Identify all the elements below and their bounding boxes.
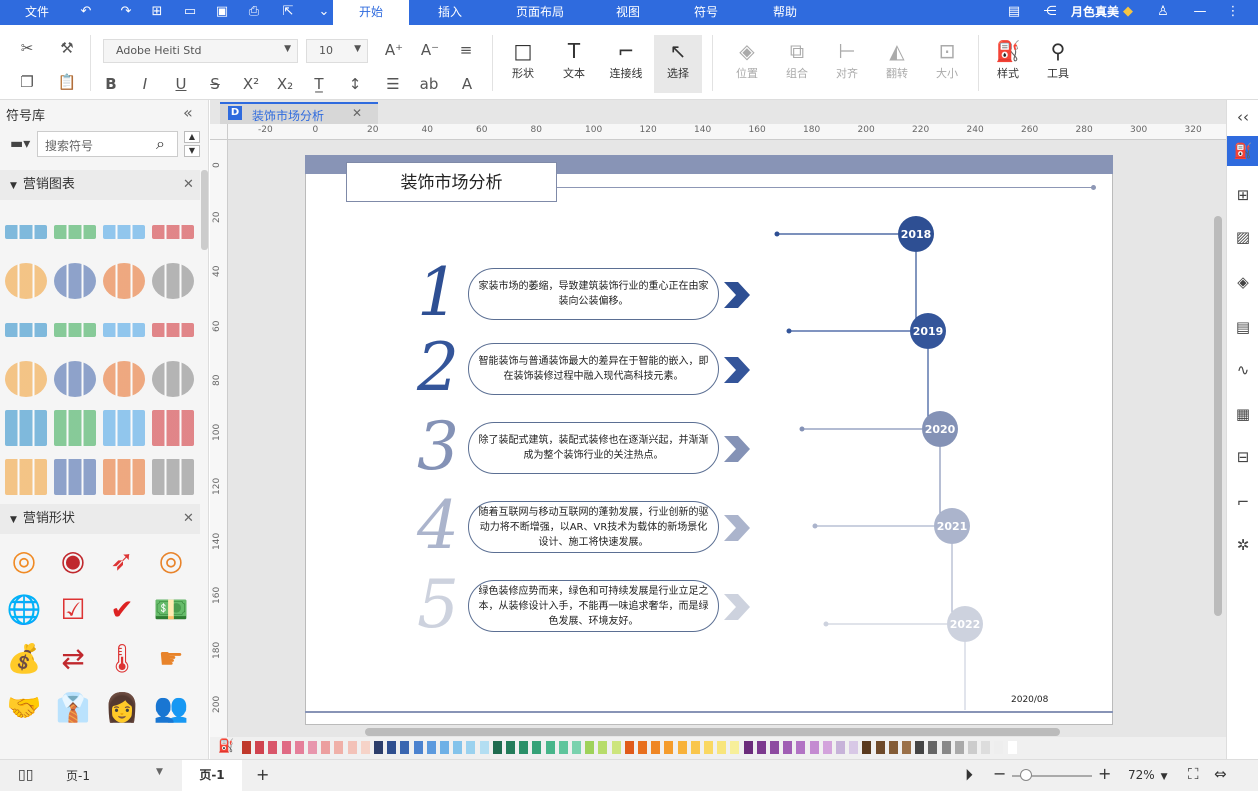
page-view-icon[interactable]: ▯▯ [18, 767, 33, 783]
color-swatch[interactable] [506, 741, 515, 754]
color-swatch[interactable] [255, 741, 265, 754]
color-swatch[interactable] [558, 741, 568, 754]
color-swatch[interactable] [294, 741, 304, 754]
color-swatch[interactable] [308, 741, 317, 754]
color-swatch[interactable] [426, 741, 436, 754]
color-swatch[interactable] [347, 741, 357, 754]
play-icon[interactable]: ⏵ [965, 765, 973, 785]
color-swatch[interactable] [717, 741, 727, 754]
color-swatch[interactable] [281, 741, 291, 754]
color-swatch[interactable] [730, 741, 740, 754]
year-label: 2019 [913, 325, 944, 338]
image-icon[interactable]: ▨ [1227, 225, 1258, 249]
color-swatch[interactable] [941, 741, 951, 754]
color-swatch[interactable] [413, 741, 423, 754]
fill-style-icon[interactable]: ⛽ [1227, 136, 1258, 166]
color-swatch[interactable] [928, 741, 938, 754]
color-swatch[interactable] [624, 741, 634, 754]
color-swatch[interactable] [532, 741, 542, 754]
color-swatch[interactable] [809, 741, 819, 754]
color-swatch[interactable] [677, 741, 687, 754]
color-swatch[interactable] [334, 741, 344, 754]
color-swatch[interactable] [756, 741, 766, 754]
color-swatch[interactable] [572, 741, 581, 754]
color-swatch[interactable] [981, 741, 991, 754]
add-page-icon[interactable]: + [256, 765, 269, 784]
mind-map-icon[interactable]: ✲ [1227, 533, 1258, 557]
color-swatch[interactable] [796, 741, 806, 754]
fit-page-icon[interactable]: ⛶ [1188, 765, 1199, 783]
color-swatch[interactable] [875, 741, 885, 754]
color-swatch[interactable] [400, 741, 410, 754]
color-swatch[interactable] [783, 741, 793, 754]
timeline-dot [786, 328, 792, 334]
color-swatch[interactable] [651, 741, 661, 754]
zoom-out-icon[interactable]: − [993, 764, 1006, 783]
year-label: 2022 [950, 618, 981, 631]
color-swatch[interactable] [915, 741, 925, 754]
data-icon[interactable]: ⊟ [1227, 445, 1258, 469]
color-swatch[interactable] [585, 741, 595, 754]
page-properties-icon[interactable]: ▤ [1227, 315, 1258, 339]
chart-icon[interactable]: ∿ [1227, 358, 1258, 382]
fill-color-icon[interactable]: ⛽ [218, 739, 234, 754]
table-icon[interactable]: ▦ [1227, 402, 1258, 426]
color-swatch[interactable] [902, 741, 911, 754]
page-select[interactable]: 页-1 ▼ [66, 767, 163, 784]
right-sidebar: ‹‹ ⛽ ⊞ ▨ ◈ ▤ ∿ ▦ ⊟ ⌐ ✲ [1226, 100, 1258, 759]
color-swatch[interactable] [492, 741, 502, 754]
color-swatch[interactable] [598, 741, 608, 754]
color-swatch[interactable] [1007, 741, 1017, 754]
grid-layout-icon[interactable]: ⊞ [1227, 183, 1258, 207]
year-label: 2018 [901, 228, 932, 241]
color-swatch[interactable] [242, 741, 251, 754]
fit-width-icon[interactable]: ⇔ [1214, 765, 1227, 783]
color-swatch[interactable] [770, 741, 779, 754]
zoom-level[interactable]: 72% ▼ [1128, 768, 1168, 782]
color-swatch[interactable] [822, 741, 832, 754]
color-swatch[interactable] [374, 741, 383, 754]
page-tab[interactable]: 页-1 [182, 760, 242, 791]
color-swatch[interactable] [321, 741, 331, 754]
color-swatch[interactable] [704, 741, 713, 754]
color-swatch[interactable] [743, 741, 753, 754]
color-swatch[interactable] [479, 741, 489, 754]
color-swatch[interactable] [690, 741, 700, 754]
presentation-icon[interactable]: ⌐ [1227, 490, 1258, 514]
color-swatch[interactable] [440, 741, 449, 754]
color-swatch[interactable] [611, 741, 621, 754]
color-swatch[interactable] [664, 741, 674, 754]
timeline-dot [823, 621, 829, 627]
timeline: 2018 2019 2020 2021 2022 [774, 216, 983, 710]
zoom-in-icon[interactable]: + [1098, 764, 1111, 783]
page-select-value: 页-1 [66, 769, 90, 783]
color-swatch[interactable] [360, 741, 370, 754]
expand-panel-icon[interactable]: ‹‹ [1227, 105, 1258, 129]
status-bar: ▯▯ 页-1 ▼ 页-1 + ⏵ − + 72% ▼ ⛶ ⇔ [0, 759, 1258, 791]
color-swatch[interactable] [268, 741, 278, 754]
timeline-dot [799, 426, 805, 432]
color-swatch[interactable] [466, 741, 476, 754]
timeline-dot [774, 231, 780, 237]
year-label: 2020 [925, 423, 956, 436]
color-swatch[interactable] [862, 741, 872, 754]
color-swatch[interactable] [968, 741, 977, 754]
layers-panel-icon[interactable]: ◈ [1227, 270, 1258, 294]
color-swatch[interactable] [994, 741, 1004, 754]
year-label: 2021 [937, 520, 968, 533]
color-swatch[interactable] [453, 741, 463, 754]
color-swatch[interactable] [954, 741, 964, 754]
color-swatch[interactable] [849, 741, 859, 754]
color-swatch[interactable] [387, 741, 397, 754]
color-swatch[interactable] [888, 741, 898, 754]
color-swatch[interactable] [545, 741, 555, 754]
zoom-value: 72% [1128, 768, 1155, 782]
color-swatch[interactable] [836, 741, 845, 754]
timeline-dot [812, 523, 818, 529]
color-swatch[interactable] [519, 741, 529, 754]
color-swatch[interactable] [638, 741, 647, 754]
zoom-slider-handle[interactable] [1020, 769, 1032, 781]
